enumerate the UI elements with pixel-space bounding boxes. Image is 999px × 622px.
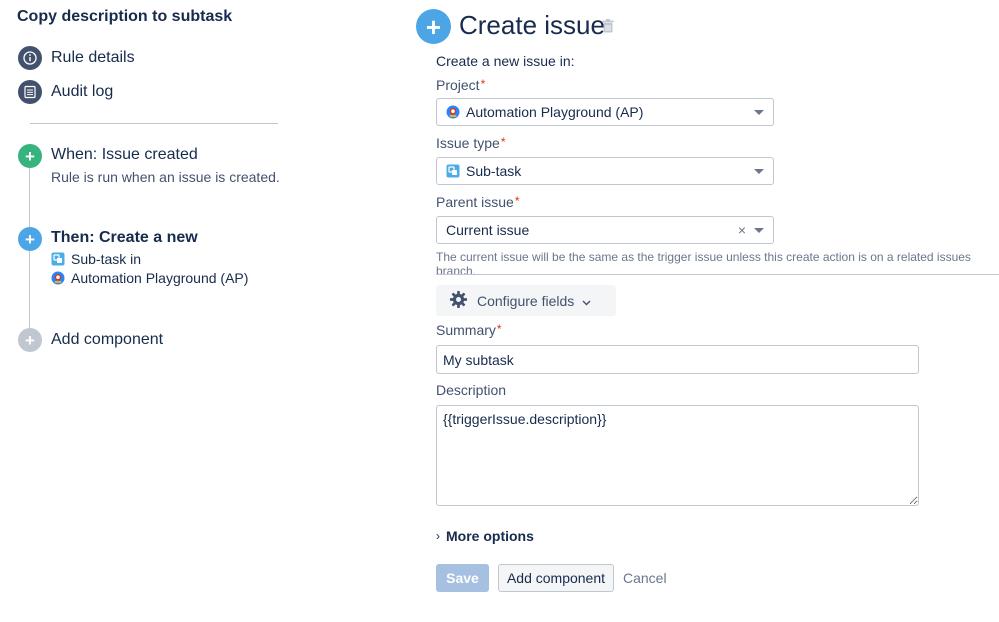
issue-type-select[interactable]: Sub-task	[436, 157, 774, 185]
parent-issue-label: Parent issue*	[436, 194, 520, 210]
action-line1: Sub-task in	[71, 251, 142, 267]
chevron-down-icon	[754, 110, 764, 115]
chevron-down-icon	[582, 293, 591, 309]
action-title[interactable]: Then: Create a new	[51, 229, 198, 247]
parent-issue-select[interactable]: Current issue ×	[436, 216, 774, 244]
chevron-down-icon	[754, 228, 764, 233]
chevron-right-icon: ›	[436, 529, 440, 543]
project-select[interactable]: Automation Playground (AP)	[436, 98, 774, 126]
list-icon	[18, 80, 42, 104]
issue-type-select-value: Sub-task	[466, 163, 522, 179]
action-issue-type-line: Sub-task in	[51, 251, 141, 267]
summary-input[interactable]	[436, 345, 919, 374]
issue-type-label: Issue type*	[436, 135, 506, 151]
trash-icon[interactable]	[602, 19, 614, 38]
chevron-down-icon	[754, 169, 764, 174]
create-in-label: Create a new issue in:	[436, 53, 575, 69]
clear-icon[interactable]: ×	[738, 222, 746, 238]
configure-fields-label: Configure fields	[477, 292, 575, 309]
rule-details-link[interactable]: Rule details	[18, 46, 135, 70]
summary-label: Summary*	[436, 322, 502, 338]
trigger-subtitle: Rule is run when an issue is created.	[51, 169, 280, 185]
gear-icon	[449, 290, 468, 312]
trigger-title[interactable]: When: Issue created	[51, 146, 198, 164]
section-divider	[436, 274, 999, 275]
action-project-line: Automation Playground (AP)	[51, 270, 248, 286]
project-avatar-icon	[51, 271, 65, 285]
rule-title: Copy description to subtask	[17, 8, 233, 25]
add-component-link[interactable]: Add component	[51, 331, 163, 349]
add-component-plus-icon[interactable]: +	[18, 328, 42, 352]
subtask-icon	[51, 252, 65, 266]
create-issue-plus-icon: +	[416, 9, 451, 44]
description-textarea[interactable]: {{triggerIssue.description}}	[436, 405, 919, 506]
audit-log-link[interactable]: Audit log	[18, 80, 113, 104]
trigger-plus-icon[interactable]: +	[18, 144, 42, 168]
action-plus-icon[interactable]: +	[18, 227, 42, 251]
sidebar-divider	[30, 123, 278, 124]
more-options-toggle[interactable]: › More options	[436, 528, 534, 544]
subtask-icon	[446, 164, 460, 178]
parent-issue-select-value: Current issue	[446, 222, 530, 238]
audit-log-label: Audit log	[51, 83, 114, 100]
cancel-button[interactable]: Cancel	[623, 570, 667, 586]
save-button[interactable]: Save	[436, 564, 489, 592]
rule-details-label: Rule details	[51, 49, 135, 66]
project-label: Project*	[436, 77, 486, 93]
info-icon	[18, 46, 42, 70]
more-options-label: More options	[446, 528, 534, 544]
description-label: Description	[436, 382, 507, 398]
add-component-button[interactable]: Add component	[498, 564, 614, 592]
action-line2: Automation Playground (AP)	[71, 270, 249, 286]
panel-title: Create issue	[459, 10, 605, 40]
configure-fields-button[interactable]: Configure fields	[436, 285, 616, 316]
project-avatar-icon	[446, 105, 460, 119]
project-select-value: Automation Playground (AP)	[466, 104, 644, 120]
